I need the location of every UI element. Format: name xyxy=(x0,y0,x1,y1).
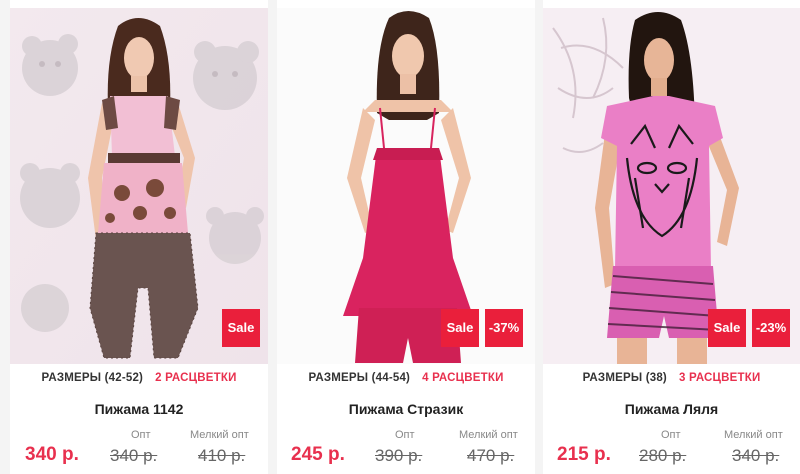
opt-price: 390 р. xyxy=(375,446,423,465)
sale-badge: Sale xyxy=(708,309,746,347)
discount-badge: -37% xyxy=(485,309,523,347)
product-title[interactable]: Пижама 1142 xyxy=(10,401,268,417)
sizes-link[interactable]: РАЗМЕРЫ (42-52) xyxy=(41,372,143,384)
current-price: 245 р. xyxy=(291,444,345,465)
colors-link[interactable]: 3 РАСЦВЕТКИ xyxy=(679,372,760,384)
opt-price: 340 р. xyxy=(110,446,158,465)
colors-link[interactable]: 4 РАСЦВЕТКИ xyxy=(422,372,503,384)
small-opt-price: 340 р. xyxy=(732,446,780,465)
small-opt-label: Мелкий опт xyxy=(459,429,518,441)
product-card[interactable]: Sale РАЗМЕРЫ (42-52) 2 РАСЦВЕТКИ Пижама 1… xyxy=(10,0,268,474)
opt-label: Опт xyxy=(661,429,681,441)
opt-label: Опт xyxy=(131,429,151,441)
product-card[interactable]: Sale -37% РАЗМЕРЫ (44-54) 4 РАСЦВЕТКИ Пиж… xyxy=(277,0,535,474)
product-meta-row: РАЗМЕРЫ (42-52) 2 РАСЦВЕТКИ xyxy=(10,372,268,384)
discount-badge: -23% xyxy=(752,309,790,347)
current-price: 215 р. xyxy=(557,444,611,465)
product-grid: Sale РАЗМЕРЫ (42-52) 2 РАСЦВЕТКИ Пижама 1… xyxy=(0,0,800,474)
product-title[interactable]: Пижама Стразик xyxy=(277,401,535,417)
product-card[interactable]: Sale -23% РАЗМЕРЫ (38) 3 РАСЦВЕТКИ Пижама… xyxy=(543,0,800,474)
small-opt-price: 410 р. xyxy=(198,446,246,465)
product-meta-row: РАЗМЕРЫ (44-54) 4 РАСЦВЕТКИ xyxy=(277,372,535,384)
colors-link[interactable]: 2 РАСЦВЕТКИ xyxy=(155,372,236,384)
current-price: 340 р. xyxy=(25,444,79,465)
sizes-link[interactable]: РАЗМЕРЫ (44-54) xyxy=(308,372,410,384)
opt-price: 280 р. xyxy=(639,446,687,465)
small-opt-price: 470 р. xyxy=(467,446,515,465)
product-meta-row: РАЗМЕРЫ (38) 3 РАСЦВЕТКИ xyxy=(543,372,800,384)
sizes-link[interactable]: РАЗМЕРЫ (38) xyxy=(583,372,667,384)
sale-badge: Sale xyxy=(222,309,260,347)
small-opt-label: Мелкий опт xyxy=(724,429,783,441)
sale-badge: Sale xyxy=(441,309,479,347)
product-title[interactable]: Пижама Ляля xyxy=(543,401,800,417)
small-opt-label: Мелкий опт xyxy=(190,429,249,441)
opt-label: Опт xyxy=(395,429,415,441)
